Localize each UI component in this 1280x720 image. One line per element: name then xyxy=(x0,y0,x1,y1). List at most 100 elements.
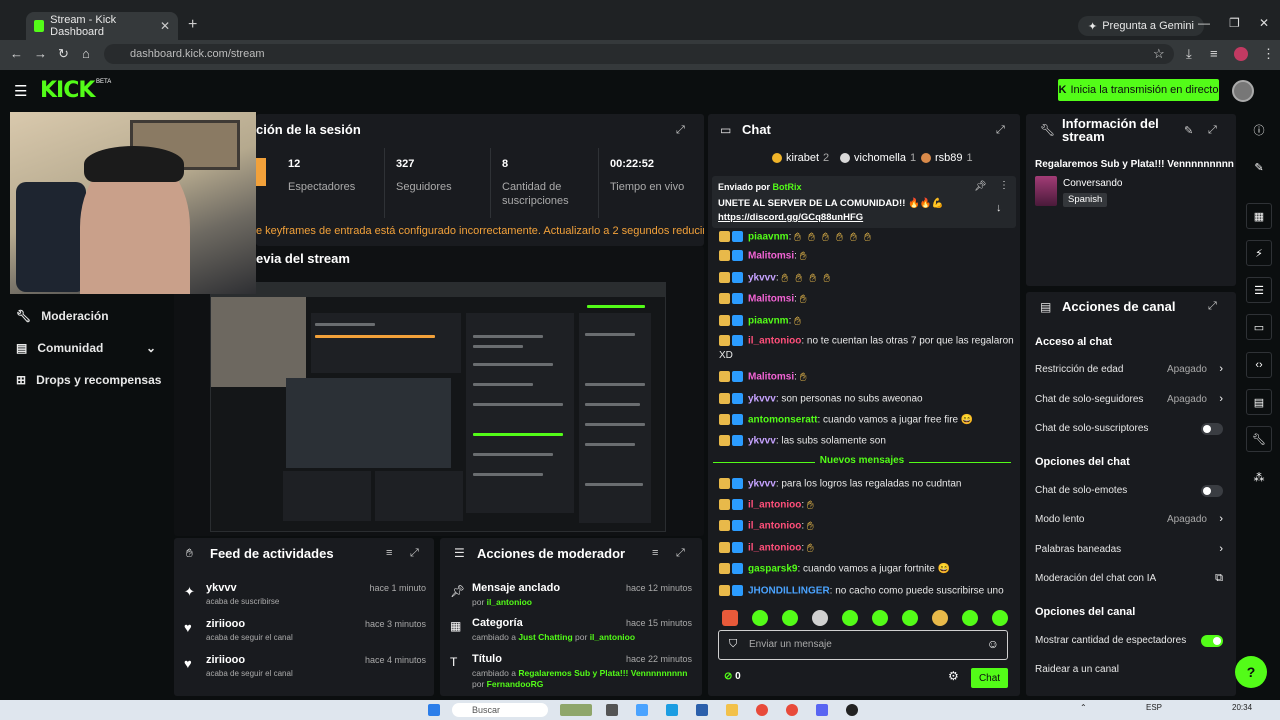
info-icon[interactable]: ⓘ xyxy=(1246,117,1272,143)
filter-icon[interactable]: ≡ xyxy=(386,547,392,559)
detail-user[interactable]: FernandooRG xyxy=(487,679,544,689)
emotes-only-toggle[interactable] xyxy=(1201,485,1223,497)
windows-start-icon[interactable] xyxy=(428,704,440,716)
session-widget-icon[interactable]: ▦ xyxy=(1246,203,1272,229)
chat-username[interactable]: JHONDILLINGER xyxy=(748,586,830,597)
raid-channel-row[interactable]: Raidear a un canal xyxy=(1035,664,1225,680)
emote-icon[interactable] xyxy=(872,610,888,626)
chat-username[interactable]: ykvvv xyxy=(748,479,776,490)
ai-moderation-row[interactable]: Moderación del chat con IA ⧉ xyxy=(1035,572,1225,589)
chat-widget-icon[interactable]: ▭ xyxy=(1246,314,1272,340)
chat-settings-gear-icon[interactable]: ⚙ xyxy=(948,669,959,683)
chat-username[interactable]: piaavnm xyxy=(748,232,789,243)
wrench-widget-icon[interactable]: 🔧︎ xyxy=(1246,426,1272,452)
tray-chevron-icon[interactable]: ⌃ xyxy=(1080,703,1087,712)
download-icon[interactable]: ⤓ xyxy=(1186,46,1192,62)
user-avatar[interactable] xyxy=(1232,80,1254,102)
gemini-button[interactable]: ✦ Pregunta a Gemini xyxy=(1078,16,1204,36)
language-indicator[interactable]: ESP xyxy=(1146,703,1162,712)
taskbar-app-icon[interactable] xyxy=(636,704,648,716)
forward-icon[interactable]: → xyxy=(34,46,47,61)
support-chat-button[interactable]: ? xyxy=(1235,656,1267,688)
clock[interactable]: 20:34 xyxy=(1232,703,1252,712)
chat-username[interactable]: Malitomsi xyxy=(748,294,794,305)
chat-username[interactable]: ykvvv xyxy=(748,394,776,405)
show-viewer-count-toggle[interactable] xyxy=(1201,635,1223,647)
chrome-icon[interactable] xyxy=(756,704,768,716)
code-widget-icon[interactable]: ‹› xyxy=(1246,352,1272,378)
url-input[interactable]: dashboard.kick.com/stream xyxy=(104,44,1174,64)
channel-points[interactable]: ⊘ 0 xyxy=(724,671,741,682)
top-user-3[interactable]: rsb89 1 xyxy=(921,152,973,164)
go-live-button[interactable]: K Inicia la transmisión en directo xyxy=(1058,79,1219,101)
feed-user[interactable]: ziriiooo xyxy=(206,654,245,666)
reload-icon[interactable]: ↻ xyxy=(58,46,69,62)
emote-icon[interactable] xyxy=(782,610,798,626)
unpin-icon[interactable]: 📌︎ xyxy=(974,181,987,192)
task-view-icon[interactable] xyxy=(606,704,618,716)
popout-icon[interactable]: ⤢ xyxy=(1208,300,1217,313)
stream-preview-video[interactable] xyxy=(210,282,666,532)
taskbar-app-icon[interactable] xyxy=(696,704,708,716)
home-icon[interactable]: ⌂ xyxy=(82,46,90,61)
edit-pencil-icon[interactable]: ✎ xyxy=(1184,124,1193,137)
discord-icon[interactable] xyxy=(816,704,828,716)
chat-send-button[interactable]: Chat xyxy=(971,668,1008,688)
chat-username[interactable]: Malitomsi xyxy=(748,251,794,262)
feed-user[interactable]: ziriiooo xyxy=(206,618,245,630)
file-explorer-icon[interactable] xyxy=(726,704,738,716)
taskbar-search[interactable]: Buscar xyxy=(452,703,548,717)
tab-close-icon[interactable]: ✕ xyxy=(160,19,170,33)
emote-icon[interactable] xyxy=(752,610,768,626)
chat-username[interactable]: il_antonioo xyxy=(748,500,801,511)
popout-icon[interactable]: ⤢ xyxy=(676,124,685,137)
obs-icon[interactable] xyxy=(846,704,858,716)
browser-profile-avatar[interactable] xyxy=(1234,47,1248,61)
chat-username[interactable]: ykvvv xyxy=(748,436,776,447)
feed-user[interactable]: ykvvv xyxy=(206,582,237,594)
edit-pencil-icon[interactable]: ✎ xyxy=(1246,154,1272,180)
chat-username[interactable]: gasparsk9 xyxy=(748,564,797,575)
popout-icon[interactable]: ⤢ xyxy=(410,547,419,560)
emote-icon[interactable] xyxy=(992,610,1008,626)
hamburger-menu-icon[interactable]: ☰ xyxy=(14,82,27,100)
chat-username[interactable]: il_antonioo xyxy=(748,336,801,347)
collapse-icon[interactable]: ↓ xyxy=(996,202,1002,214)
sidebar-item-moderacion[interactable]: 🔧︎ Moderación xyxy=(0,300,170,332)
kick-logo[interactable]: KICK xyxy=(40,78,95,103)
media-icon[interactable]: ≡ xyxy=(1210,46,1218,61)
chat-username[interactable]: il_antonioo xyxy=(748,543,801,554)
popout-icon[interactable]: ⤢ xyxy=(996,124,1005,137)
integrations-icon[interactable]: ⁂ xyxy=(1246,464,1272,490)
back-icon[interactable]: ← xyxy=(10,46,23,61)
maximize-icon[interactable]: ❐ xyxy=(1229,16,1240,30)
emoji-picker-icon[interactable]: ☺ xyxy=(987,637,999,651)
sidebar-item-drops[interactable]: ⊞ Drops y recompensas xyxy=(0,364,170,396)
new-tab-button[interactable]: + xyxy=(188,16,197,34)
more-options-icon[interactable]: ⋮ xyxy=(999,180,1009,191)
emote-icon[interactable] xyxy=(812,610,828,626)
lightning-icon[interactable]: ⚡︎ xyxy=(1246,240,1272,266)
chat-input[interactable]: ⛉ Enviar un mensaje ☺ xyxy=(718,630,1008,660)
age-restriction-row[interactable]: Restricción de edad Apagado › xyxy=(1035,363,1225,380)
mod-widget-icon[interactable]: ▤ xyxy=(1246,389,1272,415)
chat-username[interactable]: ykvvv xyxy=(748,273,776,284)
pinned-link[interactable]: https://discord.gg/GCq88unHFG xyxy=(718,212,863,223)
chrome-icon[interactable] xyxy=(786,704,798,716)
bookmark-star-icon[interactable]: ☆ xyxy=(1153,46,1165,62)
chat-username[interactable]: piaavnm xyxy=(748,316,789,327)
popout-icon[interactable]: ⤢ xyxy=(1208,124,1217,137)
top-user-1[interactable]: kirabet 2 xyxy=(772,152,829,164)
slow-mode-row[interactable]: Modo lento Apagado › xyxy=(1035,513,1225,530)
banned-words-row[interactable]: Palabras baneadas › xyxy=(1035,543,1225,560)
minimize-icon[interactable]: — xyxy=(1198,16,1210,30)
top-user-2[interactable]: vichomella 1 xyxy=(840,152,916,164)
edge-icon[interactable] xyxy=(666,704,678,716)
taskbar-weather-icon[interactable] xyxy=(560,704,592,716)
pinned-by-user[interactable]: BotRix xyxy=(773,182,802,192)
emote-icon[interactable] xyxy=(962,610,978,626)
window-close-icon[interactable]: ✕ xyxy=(1259,16,1269,30)
chat-username[interactable]: antomonseratt xyxy=(748,415,817,426)
browser-menu-icon[interactable]: ⋮ xyxy=(1262,46,1275,62)
list-widget-icon[interactable]: ☰ xyxy=(1246,277,1272,303)
